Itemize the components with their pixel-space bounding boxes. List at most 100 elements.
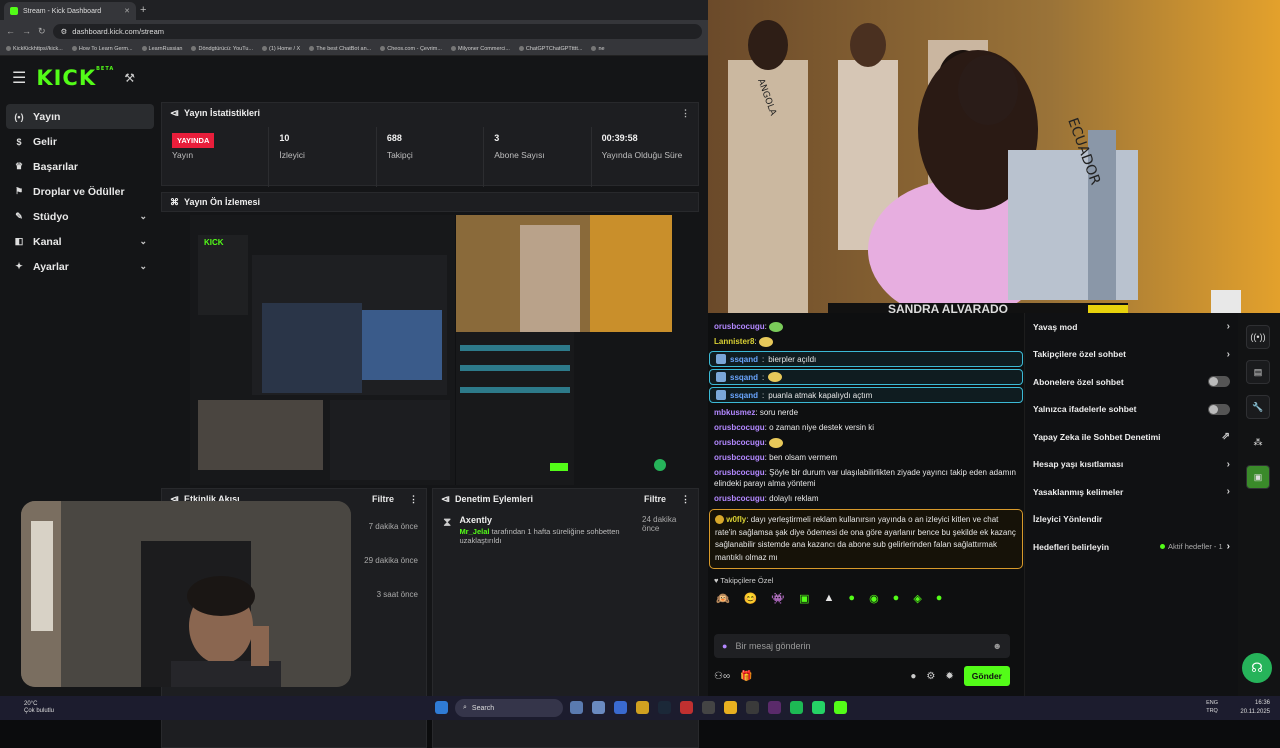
bookmark-item[interactable]: ne	[591, 46, 605, 52]
send-button[interactable]: Gönder	[963, 666, 1010, 686]
highlighted-message[interactable]: w0fly: dayı yerleştirmeli reklam kullanı…	[709, 509, 1023, 569]
emote-6-icon[interactable]: ●	[848, 592, 855, 605]
back-icon[interactable]: ←	[6, 26, 15, 36]
chevron-down-icon[interactable]: ⌄	[139, 236, 147, 247]
chevron-right-icon[interactable]: ›	[1227, 321, 1230, 332]
sidebar-item-4[interactable]: ✎ Stüdyo ⌄	[6, 204, 154, 229]
chevron-right-icon[interactable]: ›	[1227, 541, 1230, 552]
setting-5[interactable]: Hesap yaşı kısıtlaması ›	[1025, 451, 1238, 479]
task-view-icon[interactable]	[570, 701, 583, 714]
chat-message[interactable]: orusbcocugu: ben olsam vermem	[708, 450, 1024, 465]
chat-message[interactable]: orusbcocugu: Şöyle bir durum var ulaşıla…	[708, 465, 1024, 491]
explorer-icon[interactable]	[636, 701, 649, 714]
chat-username[interactable]: orusbcocugu	[714, 438, 765, 447]
chat-message[interactable]: orusbcocugu: o zaman niye destek versin …	[708, 420, 1024, 435]
opera-icon[interactable]	[680, 701, 693, 714]
moderation-item[interactable]: ⧗ Axently Mr_Jelal tarafından 1 hafta sü…	[433, 509, 698, 551]
chat-username[interactable]: orusbcocugu	[714, 494, 765, 503]
toggle-switch[interactable]	[1208, 403, 1230, 415]
emote-2-icon[interactable]: 😊	[744, 592, 758, 605]
toggle-switch[interactable]	[1208, 376, 1230, 388]
emoji-picker-icon[interactable]: ☻	[993, 641, 1002, 651]
chat-message[interactable]: Lannister8:	[708, 334, 1024, 349]
reload-icon[interactable]: ↻	[38, 26, 46, 37]
chevron-right-icon[interactable]: ›	[1227, 486, 1230, 497]
bookmark-item[interactable]: How To Learn Germ...	[71, 46, 133, 52]
emote-5-icon[interactable]: ▲	[824, 592, 835, 605]
sidebar-item-0[interactable]: (•) Yayın	[6, 104, 154, 129]
site-info-icon[interactable]: ⚙	[61, 27, 68, 36]
setting-7[interactable]: İzleyici Yönlendir	[1025, 506, 1238, 534]
chat-message[interactable]: ssqand: bierpler açıldı	[709, 351, 1023, 367]
chrome-icon[interactable]	[724, 701, 737, 714]
emote-1-icon[interactable]: 🙉	[716, 592, 730, 605]
steam-icon[interactable]	[658, 701, 671, 714]
url-field[interactable]: ⚙ dashboard.kick.com/stream	[52, 23, 702, 39]
browser-tab[interactable]: Stream - Kick Dashboard ✕	[4, 2, 136, 20]
app-icon[interactable]	[702, 701, 715, 714]
chat-username[interactable]: orusbcocugu	[714, 322, 765, 331]
external-link-icon[interactable]: ⇗	[1222, 431, 1230, 442]
setting-4[interactable]: Yapay Zeka ile Sohbet Denetimi ⇗	[1025, 423, 1238, 451]
setting-8[interactable]: Hedefleri belirleyin Aktif hedefler - 1 ›	[1025, 533, 1238, 561]
activity-more-icon[interactable]: ⋮	[409, 494, 418, 505]
kick-logo[interactable]: KICKBETA	[36, 66, 114, 90]
bookmark-item[interactable]: Döndgtürücü: YouTu...	[191, 46, 253, 52]
chat-bubble-icon[interactable]: ●	[910, 671, 916, 682]
chevron-down-icon[interactable]: ⌄	[139, 261, 147, 272]
emote-7-icon[interactable]: ◉	[869, 592, 879, 605]
bookmark-item[interactable]: (1) Home / X	[262, 46, 300, 52]
points-icon[interactable]: ⚇∞	[714, 671, 730, 682]
language-indicator[interactable]: ENG TRQ	[1206, 699, 1218, 715]
sidebar-item-6[interactable]: ✦ Ayarlar ⌄	[6, 254, 154, 279]
chat-message[interactable]: ssqand: puanla atmak kapalıydı açtım	[709, 387, 1023, 403]
chevron-down-icon[interactable]: ⌄	[139, 211, 147, 222]
kick-taskbar-icon[interactable]	[834, 701, 847, 714]
chat-message[interactable]: mbkusmez: soru nerde	[708, 405, 1024, 420]
setting-2[interactable]: Abonelere özel sohbet	[1025, 368, 1238, 396]
moderation-more-icon[interactable]: ⋮	[681, 494, 690, 505]
windows-start-icon[interactable]	[435, 701, 448, 714]
setting-6[interactable]: Yasaklanmış kelimeler ›	[1025, 478, 1238, 506]
chat-username[interactable]: orusbcocugu	[714, 453, 765, 462]
chat-message[interactable]: orusbcocugu:	[708, 319, 1024, 334]
stream-preview[interactable]: KICK	[190, 215, 672, 485]
settings-gear-icon[interactable]: ⚙	[926, 671, 935, 682]
sidebar-item-5[interactable]: ◧ Kanal ⌄	[6, 229, 154, 254]
app2-icon[interactable]	[768, 701, 781, 714]
sidebar-item-2[interactable]: ♛ Başarılar	[6, 154, 154, 179]
chat-username[interactable]: ssqand	[730, 372, 758, 383]
bookmark-item[interactable]: KickKickhttps//kick...	[6, 46, 63, 52]
mic-icon[interactable]: ●	[722, 641, 727, 651]
chat-username[interactable]: Lannister8	[714, 337, 754, 346]
setting-1[interactable]: Takipçilere özel sohbet ›	[1025, 341, 1238, 369]
chat-username[interactable]: orusbcocugu	[714, 468, 765, 477]
setting-0[interactable]: Yavaş mod ›	[1025, 313, 1238, 341]
more-options-icon[interactable]: ⋮	[681, 108, 690, 119]
layout-rail-icon[interactable]: ▤	[1246, 360, 1270, 384]
bookmark-item[interactable]: The best ChatBot an...	[309, 46, 371, 52]
weather-widget[interactable]: 20°C Çok bulutlu	[0, 701, 54, 715]
bookmark-item[interactable]: Cheos.com - Çevrim...	[380, 46, 442, 52]
obs-icon[interactable]	[746, 701, 759, 714]
menu-icon[interactable]: ☰	[12, 68, 26, 88]
chevron-right-icon[interactable]: ›	[1227, 349, 1230, 360]
emote-4-icon[interactable]: ▣	[799, 592, 809, 605]
chat-username[interactable]: ssqand	[730, 390, 758, 401]
live-video[interactable]: ECUADOR ANGOLA SANDRA ALVARADO	[708, 0, 1280, 313]
emote-10-icon[interactable]: ●	[936, 592, 943, 605]
close-tab-icon[interactable]: ✕	[124, 7, 130, 15]
chat-message[interactable]: orusbcocugu: dolaylı reklam	[708, 491, 1024, 506]
emote-9-icon[interactable]: ◈	[913, 592, 921, 605]
chat-message[interactable]: ssqand:	[709, 369, 1023, 385]
chat-input[interactable]: ● Bir mesaj gönderin ☻	[714, 634, 1010, 658]
widgets-icon[interactable]	[592, 701, 605, 714]
spotify-icon[interactable]	[790, 701, 803, 714]
tools-icon[interactable]: ⚒	[124, 71, 135, 85]
system-clock[interactable]: 16:36 20.11.2025	[1240, 699, 1270, 717]
chat-message[interactable]: orusbcocugu:	[708, 435, 1024, 450]
badge-icon[interactable]: ✹	[945, 671, 953, 682]
new-tab-button[interactable]: +	[140, 4, 146, 16]
bookmark-item[interactable]: ChatGPTChatGPTtttt...	[518, 46, 582, 52]
chat-username[interactable]: w0fly	[726, 515, 746, 524]
